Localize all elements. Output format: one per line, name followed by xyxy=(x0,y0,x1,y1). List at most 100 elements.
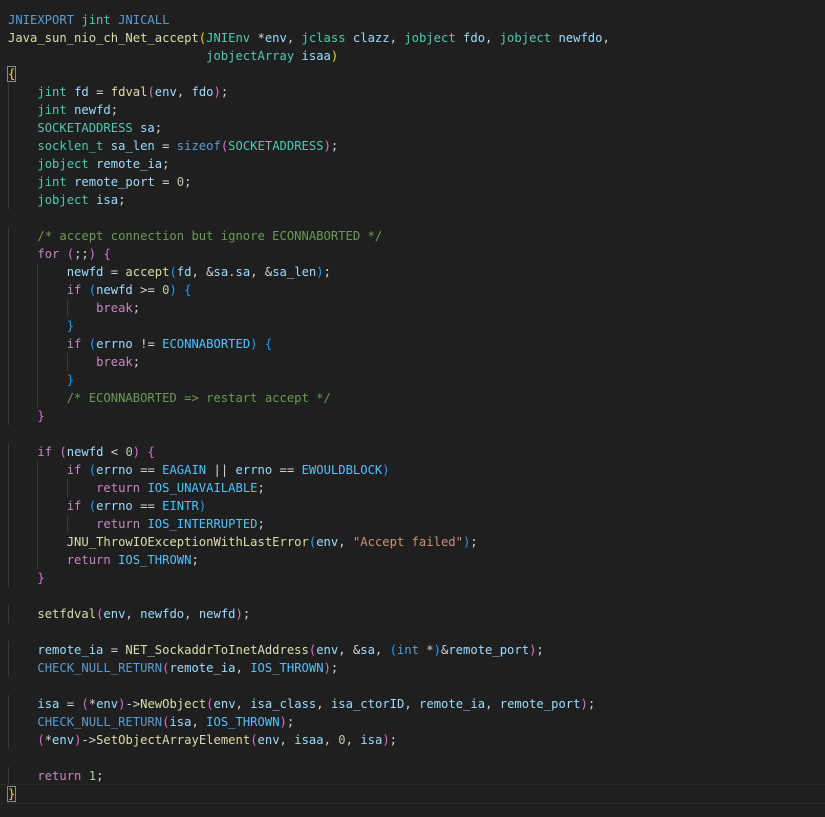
indent-guide xyxy=(37,335,39,353)
code-token: env xyxy=(257,733,280,747)
indent-guide xyxy=(66,299,68,317)
code-line[interactable]: JNIEXPORT jint JNICALL xyxy=(0,11,825,29)
code-line[interactable]: setfdval(env, newfdo, newfd); xyxy=(0,605,825,623)
code-line[interactable] xyxy=(0,749,825,767)
code-token: isa_ctorID xyxy=(330,697,405,711)
code-line[interactable]: } xyxy=(0,371,825,389)
code-token: ; xyxy=(132,355,141,369)
code-line[interactable]: if (newfd < 0) { xyxy=(0,443,825,461)
code-token: env xyxy=(103,607,126,621)
code-token: isaa xyxy=(301,49,331,63)
indent-guide xyxy=(8,245,9,263)
code-token: < xyxy=(103,445,126,459)
code-line[interactable] xyxy=(0,209,825,227)
code-line[interactable]: break; xyxy=(0,353,825,371)
code-token: 0 xyxy=(125,445,133,459)
matched-bracket: { xyxy=(6,66,17,82)
code-token: } xyxy=(37,409,45,423)
code-line[interactable]: jobject isa; xyxy=(0,191,825,209)
indent-guide xyxy=(37,515,39,533)
code-line[interactable]: remote_ia = NET_SockaddrToInetAddress (en… xyxy=(0,641,825,659)
code-line[interactable]: /* ECONNABORTED => restart accept */ xyxy=(0,389,825,407)
code-token: socklen_t xyxy=(37,139,104,153)
code-line[interactable]: return IOS_THROWN; xyxy=(0,551,825,569)
code-line[interactable]: break; xyxy=(0,299,825,317)
code-line[interactable]: jobject remote_ia; xyxy=(0,155,825,173)
code-line[interactable] xyxy=(0,623,825,641)
code-text-area[interactable]: JNIEXPORT jint JNICALL Java_sun_nio_ch_Ne… xyxy=(0,11,825,804)
code-line[interactable]: return 1; xyxy=(0,767,825,785)
code-token: , xyxy=(316,697,331,711)
code-line[interactable]: jint newfd; xyxy=(0,101,825,119)
indent-guide xyxy=(8,497,9,515)
code-line[interactable]: if (newfd >= 0) { xyxy=(0,281,825,299)
code-token: return xyxy=(37,769,82,783)
indent-guide xyxy=(8,461,9,479)
code-line[interactable]: { xyxy=(0,65,825,83)
code-token: ) xyxy=(316,265,324,279)
code-line[interactable]: if (errno == EINTR) xyxy=(0,497,825,515)
code-token: ECONNABORTED xyxy=(162,337,251,351)
code-token: * xyxy=(88,697,97,711)
code-line[interactable] xyxy=(0,587,825,605)
code-line[interactable]: } xyxy=(0,317,825,335)
code-line[interactable]: if (errno == EAGAIN || errno == EWOULDBL… xyxy=(0,461,825,479)
code-line[interactable]: for (;;) { xyxy=(0,245,825,263)
code-token: jint xyxy=(37,85,67,99)
code-token: env xyxy=(154,85,177,99)
code-token: == xyxy=(132,499,163,513)
code-line[interactable]: /* accept connection but ignore ECONNABO… xyxy=(0,227,825,245)
code-token: fd xyxy=(74,85,89,99)
code-line[interactable]: JNU_ThrowIOExceptionWithLastError(env, "… xyxy=(0,533,825,551)
indent-guide xyxy=(8,515,9,533)
code-line[interactable]: isa = (*env)->NewObject(env, isa_class, … xyxy=(0,695,825,713)
indent-guide xyxy=(8,83,9,101)
code-line[interactable]: jint remote_port = 0; xyxy=(0,173,825,191)
code-token: JNIEXPORT xyxy=(8,13,82,27)
code-line[interactable]: Java_sun_nio_ch_Net_accept(JNIEnv *env, … xyxy=(0,29,825,47)
code-token: , xyxy=(279,733,295,747)
indent-guide xyxy=(8,659,9,677)
code-line[interactable] xyxy=(0,677,825,695)
code-line[interactable]: newfd = accept(fd, &sa.sa, &sa_len); xyxy=(0,263,825,281)
code-token: errno xyxy=(96,463,133,477)
code-token: accept xyxy=(125,265,170,279)
code-token: ( xyxy=(389,643,397,657)
code-line[interactable]: CHECK_NULL_RETURN(isa, IOS_THROWN); xyxy=(0,713,825,731)
code-token: errno xyxy=(96,337,133,351)
code-line[interactable]: (*env)->SetObjectArrayElement(env, isaa,… xyxy=(0,731,825,749)
code-token: IOS_INTERRUPTED xyxy=(147,517,258,531)
code-token: env xyxy=(213,697,236,711)
code-token: != xyxy=(132,337,163,351)
code-line[interactable]: SOCKETADDRESS sa; xyxy=(0,119,825,137)
code-token: fdo xyxy=(191,85,214,99)
code-line[interactable]: if (errno != ECONNABORTED) { xyxy=(0,335,825,353)
code-line[interactable]: } xyxy=(0,407,825,425)
code-token: SetObjectArrayElement xyxy=(96,733,251,747)
code-line[interactable]: CHECK_NULL_RETURN(remote_ia, IOS_THROWN)… xyxy=(0,659,825,677)
code-token: ; xyxy=(132,301,141,315)
empty-line xyxy=(8,427,15,441)
code-editor[interactable]: JNIEXPORT jint JNICALL Java_sun_nio_ch_Ne… xyxy=(0,0,825,817)
code-token: ; xyxy=(191,553,199,567)
code-token: Java_sun_nio_ch_Net_accept xyxy=(8,31,199,45)
code-line[interactable]: } xyxy=(0,569,825,587)
code-line[interactable]: jint fd = fdval(env, fdo); xyxy=(0,83,825,101)
code-token: if xyxy=(66,463,82,477)
code-line[interactable]: return IOS_UNAVAILABLE; xyxy=(0,479,825,497)
code-token: JNU_ThrowIOExceptionWithLastError xyxy=(66,535,309,549)
code-line[interactable]: return IOS_INTERRUPTED; xyxy=(0,515,825,533)
code-token: , xyxy=(286,31,302,45)
code-token: jint xyxy=(81,13,111,27)
code-token: break xyxy=(96,355,133,369)
code-line[interactable]: socklen_t sa_len = sizeof(SOCKETADDRESS)… xyxy=(0,137,825,155)
indent-guide xyxy=(8,713,9,731)
code-line[interactable] xyxy=(0,425,825,443)
code-line[interactable]: } xyxy=(0,784,825,804)
indent-guide xyxy=(37,281,39,299)
code-line[interactable]: jobjectArray isaa) xyxy=(0,47,825,65)
